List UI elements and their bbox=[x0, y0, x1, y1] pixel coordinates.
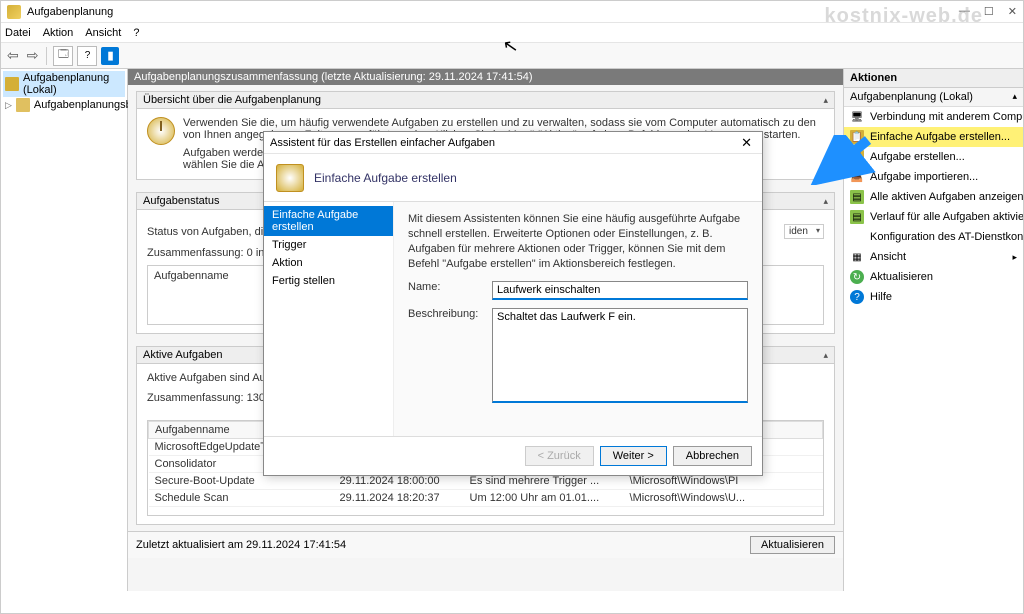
refresh-button[interactable]: Aktualisieren bbox=[750, 536, 835, 554]
nav-step-1[interactable]: Einfache Aufgabe erstellen bbox=[264, 206, 393, 236]
titlebar: Aufgabenplanung — ☐ ✕ bbox=[1, 1, 1023, 23]
status-title: Aufgabenstatus bbox=[143, 195, 219, 207]
description-input[interactable] bbox=[492, 308, 748, 403]
task-icon: 📋 bbox=[850, 130, 864, 144]
actions-pane: Aktionen Aufgabenplanung (Lokal)▴ 🖥Verbi… bbox=[843, 69, 1023, 591]
action-connect[interactable]: 🖥Verbindung mit anderem Computer h... bbox=[844, 107, 1023, 127]
wizard-dialog: Assistent für das Erstellen einfacher Au… bbox=[263, 131, 763, 476]
toolbar-btn-1[interactable]: 🗔 bbox=[53, 46, 73, 66]
overview-title: Übersicht über die Aufgabenplanung bbox=[143, 94, 321, 106]
folder-icon bbox=[16, 98, 30, 112]
next-button[interactable]: Weiter > bbox=[600, 446, 667, 466]
toolbar: ⇦ ⇨ 🗔 ? ▮ bbox=[1, 43, 1023, 69]
toolbar-help-icon[interactable]: ▮ bbox=[101, 47, 119, 65]
forward-button[interactable]: ⇨ bbox=[25, 47, 41, 64]
computer-icon: 🖥 bbox=[850, 110, 864, 124]
back-button[interactable]: ⇦ bbox=[5, 47, 21, 64]
description-label: Beschreibung: bbox=[408, 308, 482, 320]
blank-icon bbox=[850, 230, 864, 244]
footer: Zuletzt aktualisiert am 29.11.2024 17:41… bbox=[128, 531, 843, 558]
dialog-close-button[interactable]: ✕ bbox=[737, 135, 756, 151]
menu-view[interactable]: Ansicht bbox=[85, 27, 121, 39]
expand-icon[interactable]: ▷ bbox=[5, 100, 12, 111]
collapse-icon[interactable]: ▴ bbox=[823, 95, 828, 106]
clock-icon bbox=[5, 77, 19, 91]
history-icon: ▤ bbox=[850, 210, 864, 224]
collapse-icon[interactable]: ▴ bbox=[823, 350, 828, 361]
table-row[interactable]: Schedule Scan29.11.2024 18:20:37Um 12:00… bbox=[149, 490, 823, 507]
minimize-button[interactable]: — bbox=[959, 5, 970, 18]
center-header: Aufgabenplanungszusammenfassung (letzte … bbox=[128, 69, 843, 85]
task-icon: 📋 bbox=[850, 150, 864, 164]
nav-step-4[interactable]: Fertig stellen bbox=[264, 272, 393, 290]
window-title: Aufgabenplanung bbox=[27, 6, 113, 18]
close-button[interactable]: ✕ bbox=[1008, 5, 1017, 18]
tree-root[interactable]: Aufgabenplanung (Lokal) bbox=[3, 71, 125, 97]
import-icon: 📥 bbox=[850, 170, 864, 184]
footer-text: Zuletzt aktualisiert am 29.11.2024 17:41… bbox=[136, 539, 346, 551]
tree-library[interactable]: ▷ Aufgabenplanungsbibliot bbox=[3, 97, 125, 113]
back-button: < Zurück bbox=[525, 446, 594, 466]
action-import-task[interactable]: 📥Aufgabe importieren... bbox=[844, 167, 1023, 187]
refresh-icon: ↻ bbox=[850, 270, 864, 284]
wizard-nav: Einfache Aufgabe erstellen Trigger Aktio… bbox=[264, 202, 394, 436]
action-at-config[interactable]: Konfiguration des AT-Dienstkontos bbox=[844, 227, 1023, 247]
menubar: Datei Aktion Ansicht ? bbox=[1, 23, 1023, 43]
action-refresh[interactable]: ↻Aktualisieren bbox=[844, 267, 1023, 287]
status-dropdown[interactable]: iden bbox=[784, 224, 824, 239]
name-input[interactable] bbox=[492, 281, 748, 300]
dialog-heading: Einfache Aufgabe erstellen bbox=[314, 171, 457, 185]
menu-action[interactable]: Aktion bbox=[43, 27, 74, 39]
toolbar-btn-2[interactable]: ? bbox=[77, 46, 97, 66]
action-show-tasks[interactable]: ▤Alle aktiven Aufgaben anzeigen bbox=[844, 187, 1023, 207]
menu-help[interactable]: ? bbox=[133, 27, 139, 39]
app-icon bbox=[7, 5, 21, 19]
wizard-icon bbox=[276, 164, 304, 192]
cancel-button[interactable]: Abbrechen bbox=[673, 446, 752, 466]
clock-large-icon bbox=[147, 117, 175, 145]
nav-step-2[interactable]: Trigger bbox=[264, 236, 393, 254]
name-label: Name: bbox=[408, 281, 482, 293]
action-view[interactable]: ▦Ansicht▸ bbox=[844, 247, 1023, 267]
active-title: Aktive Aufgaben bbox=[143, 349, 223, 361]
actions-subtitle: Aufgabenplanung (Lokal)▴ bbox=[844, 88, 1023, 107]
maximize-button[interactable]: ☐ bbox=[984, 5, 994, 18]
wizard-content: Mit diesem Assistenten können Sie eine h… bbox=[394, 202, 762, 436]
action-create-task[interactable]: 📋Aufgabe erstellen... bbox=[844, 147, 1023, 167]
actions-title: Aktionen bbox=[844, 69, 1023, 88]
sidebar-tree: Aufgabenplanung (Lokal) ▷ Aufgabenplanun… bbox=[1, 69, 128, 591]
help-icon: ? bbox=[850, 290, 864, 304]
tree-root-label: Aufgabenplanung (Lokal) bbox=[23, 72, 123, 96]
status-colname: Aufgabenname bbox=[154, 270, 229, 282]
nav-step-3[interactable]: Aktion bbox=[264, 254, 393, 272]
dialog-title: Assistent für das Erstellen einfacher Au… bbox=[270, 137, 495, 149]
list-icon: ▤ bbox=[850, 190, 864, 204]
collapse-icon[interactable]: ▴ bbox=[823, 196, 828, 207]
action-create-basic-task[interactable]: 📋Einfache Aufgabe erstellen... bbox=[844, 127, 1023, 147]
action-help[interactable]: ?Hilfe bbox=[844, 287, 1023, 307]
action-enable-history[interactable]: ▤Verlauf für alle Aufgaben aktivieren bbox=[844, 207, 1023, 227]
menu-file[interactable]: Datei bbox=[5, 27, 31, 39]
wizard-intro-text: Mit diesem Assistenten können Sie eine h… bbox=[408, 212, 748, 271]
view-icon: ▦ bbox=[850, 250, 864, 264]
